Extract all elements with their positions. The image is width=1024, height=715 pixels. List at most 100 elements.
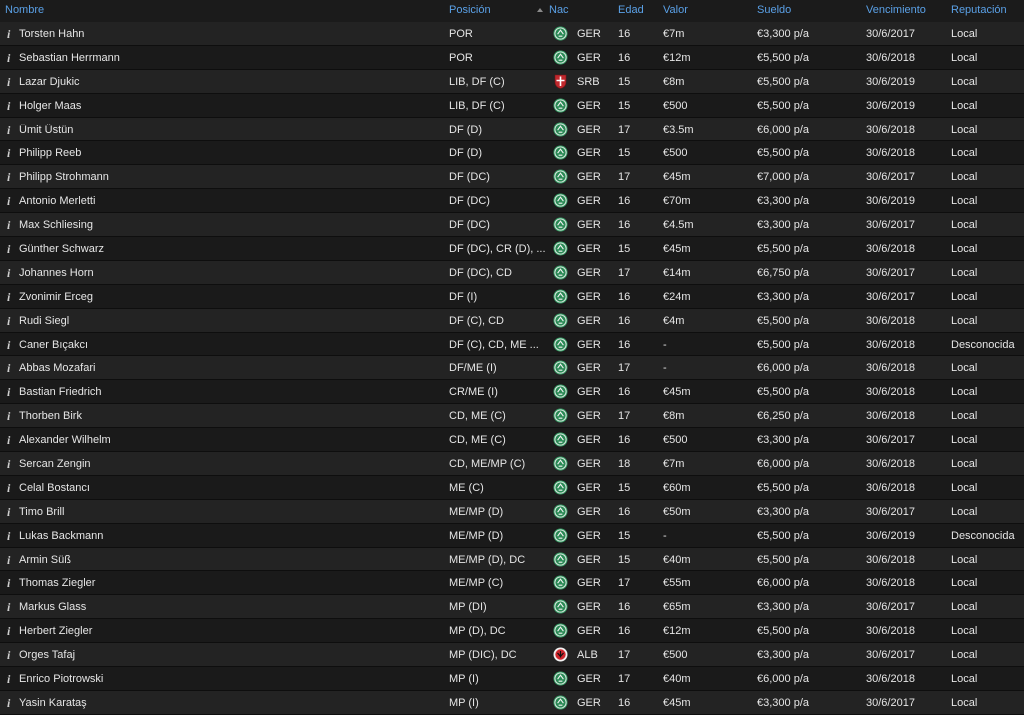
table-row[interactable]: i Armin Süß ME/MP (D), DC GER 15 €40m €5,500 p… [0, 547, 1024, 572]
player-name[interactable]: Rudi Siegl [19, 315, 439, 327]
player-name[interactable]: Max Schliesing [19, 219, 439, 231]
info-icon[interactable]: i [7, 123, 10, 138]
player-name[interactable]: Thorben Birk [19, 410, 439, 422]
info-icon[interactable]: i [7, 385, 10, 400]
table-row[interactable]: i Holger Maas LIB, DF (C) GER 15 €500 €5,500 p… [0, 93, 1024, 118]
column-header-age[interactable]: Edad [618, 4, 644, 16]
player-name[interactable]: Abbas Mozafari [19, 362, 439, 374]
info-icon[interactable]: i [7, 648, 10, 663]
table-row[interactable]: i Sebastian Herrmann POR GER 16 €12m €5,500 p/… [0, 45, 1024, 70]
column-header-position[interactable]: Posición [449, 4, 491, 16]
info-icon[interactable]: i [7, 290, 10, 305]
info-icon[interactable]: i [7, 170, 10, 185]
column-header-reputation[interactable]: Reputación [951, 4, 1007, 16]
player-wage: €3,300 p/a [757, 601, 809, 614]
player-name[interactable]: Caner Bıçakcı [19, 339, 439, 351]
player-name[interactable]: Sercan Zengin [19, 458, 439, 470]
info-icon[interactable]: i [7, 505, 10, 520]
info-icon[interactable]: i [7, 218, 10, 233]
player-value: €45m [663, 243, 691, 256]
player-name[interactable]: Holger Maas [19, 100, 439, 112]
player-name[interactable]: Ümit Üstün [19, 124, 439, 136]
table-row[interactable]: i Bastian Friedrich CR/ME (I) GER 16 €45m €5,5… [0, 380, 1024, 405]
table-row[interactable]: i Max Schliesing DF (DC) GER 16 €4.5m €3,300 p… [0, 213, 1024, 238]
player-name[interactable]: Armin Süß [19, 554, 439, 566]
column-header-wage[interactable]: Sueldo [757, 4, 791, 16]
info-icon[interactable]: i [7, 433, 10, 448]
player-name[interactable]: Philipp Reeb [19, 147, 439, 159]
info-icon[interactable]: i [7, 146, 10, 161]
player-name[interactable]: Herbert Ziegler [19, 625, 439, 637]
player-wage: €6,000 p/a [757, 458, 809, 471]
table-row[interactable]: i Zvonimir Erceg DF (I) GER 16 €24m €3,300 p/a… [0, 284, 1024, 309]
info-icon[interactable]: i [7, 672, 10, 687]
info-icon[interactable]: i [7, 361, 10, 376]
info-icon[interactable]: i [7, 27, 10, 42]
column-header-value[interactable]: Valor [663, 4, 688, 16]
column-header-expiry[interactable]: Vencimiento [866, 4, 926, 16]
info-icon[interactable]: i [7, 457, 10, 472]
player-contract-expiry: 30/6/2018 [866, 625, 915, 638]
player-name[interactable]: Yasin Karataş [19, 697, 439, 709]
player-name[interactable]: Johannes Horn [19, 267, 439, 279]
table-row[interactable]: i Philipp Strohmann DF (DC) GER 17 €45m €7,000… [0, 165, 1024, 190]
info-icon[interactable]: i [7, 242, 10, 257]
table-row[interactable]: i Timo Brill ME/MP (D) GER 16 €50m €3,300 p/a 3… [0, 499, 1024, 524]
info-icon[interactable]: i [7, 51, 10, 66]
table-row[interactable]: i Ümit Üstün DF (D) GER 17 €3.5m €6,000 p/a 30/… [0, 117, 1024, 142]
player-name[interactable]: Philipp Strohmann [19, 171, 439, 183]
info-icon[interactable]: i [7, 696, 10, 711]
player-value: - [663, 529, 667, 542]
info-icon[interactable]: i [7, 338, 10, 353]
player-name[interactable]: Thomas Ziegler [19, 577, 439, 589]
table-row[interactable]: i Günther Schwarz DF (DC), CR (D), ... GER 1… [0, 237, 1024, 261]
table-row[interactable]: i Orges Tafaj MP (DIC), DC ALB 17 €500 €3,300 … [0, 643, 1024, 668]
info-icon[interactable]: i [7, 409, 10, 424]
column-header-name[interactable]: Nombre [5, 4, 44, 16]
info-icon[interactable]: i [7, 75, 10, 90]
player-name[interactable]: Torsten Hahn [19, 28, 439, 40]
player-name[interactable]: Günther Schwarz [19, 243, 439, 255]
table-row[interactable]: i Yasin Karataş MP (I) GER 16 €45m €3,300 p/a 3… [0, 690, 1024, 715]
table-row[interactable]: i Markus Glass MP (DI) GER 16 €65m €3,300 p/a 3… [0, 595, 1024, 620]
table-row[interactable]: i Johannes Horn DF (DC), CD GER 17 €14m €6,750… [0, 260, 1024, 285]
table-row[interactable]: i Lukas Backmann ME/MP (D) GER 15 - €5,500 p/a… [0, 523, 1024, 548]
column-header-nationality[interactable]: Nac [549, 4, 569, 16]
info-icon[interactable]: i [7, 576, 10, 591]
info-icon[interactable]: i [7, 481, 10, 496]
table-row[interactable]: i Caner Bıçakcı DF (C), CD, ME ... GER 16 - €5… [0, 332, 1024, 357]
info-icon[interactable]: i [7, 99, 10, 114]
table-row[interactable]: i Celal Bostancı ME (C) GER 15 €60m €5,500 p/a… [0, 475, 1024, 500]
table-row[interactable]: i Torsten Hahn POR GER 16 €7m €3,300 p/a 30/6/2… [0, 22, 1024, 46]
table-row[interactable]: i Abbas Mozafari DF/ME (I) GER 17 - €6,000 p/a… [0, 356, 1024, 381]
table-row[interactable]: i Philipp Reeb DF (D) GER 15 €500 €5,500 p/a 30… [0, 141, 1024, 166]
table-row[interactable]: i Thomas Ziegler ME/MP (C) GER 17 €55m €6,000 … [0, 571, 1024, 596]
player-name[interactable]: Zvonimir Erceg [19, 291, 439, 303]
info-icon[interactable]: i [7, 314, 10, 329]
player-name[interactable]: Timo Brill [19, 506, 439, 518]
player-name[interactable]: Lukas Backmann [19, 530, 439, 542]
info-icon[interactable]: i [7, 624, 10, 639]
info-icon[interactable]: i [7, 553, 10, 568]
player-name[interactable]: Lazar Djukic [19, 76, 439, 88]
table-row[interactable]: i Rudi Siegl DF (C), CD GER 16 €4m €5,500 p/a 3… [0, 308, 1024, 333]
player-name[interactable]: Sebastian Herrmann [19, 52, 439, 64]
player-name[interactable]: Markus Glass [19, 601, 439, 613]
info-icon[interactable]: i [7, 529, 10, 544]
table-row[interactable]: i Enrico Piotrowski MP (I) GER 17 €40m €6,000 … [0, 667, 1024, 691]
player-name[interactable]: Celal Bostancı [19, 482, 439, 494]
info-icon[interactable]: i [7, 600, 10, 615]
table-row[interactable]: i Thorben Birk CD, ME (C) GER 17 €8m €6,250 p/… [0, 404, 1024, 429]
player-name[interactable]: Bastian Friedrich [19, 386, 439, 398]
table-row[interactable]: i Lazar Djukic LIB, DF (C) SRB 15 €8m €5,500 p… [0, 69, 1024, 94]
player-name[interactable]: Alexander Wilhelm [19, 434, 439, 446]
info-icon[interactable]: i [7, 266, 10, 281]
table-row[interactable]: i Herbert Ziegler MP (D), DC GER 16 €12m €5,50… [0, 619, 1024, 644]
table-row[interactable]: i Antonio Merletti DF (DC) GER 16 €70m €3,300 … [0, 189, 1024, 214]
player-name[interactable]: Antonio Merletti [19, 195, 439, 207]
info-icon[interactable]: i [7, 194, 10, 209]
player-name[interactable]: Enrico Piotrowski [19, 673, 439, 685]
player-name[interactable]: Orges Tafaj [19, 649, 439, 661]
table-row[interactable]: i Sercan Zengin CD, ME/MP (C) GER 18 €7m €6,00… [0, 452, 1024, 476]
table-row[interactable]: i Alexander Wilhelm CD, ME (C) GER 16 €500 €3,… [0, 428, 1024, 453]
